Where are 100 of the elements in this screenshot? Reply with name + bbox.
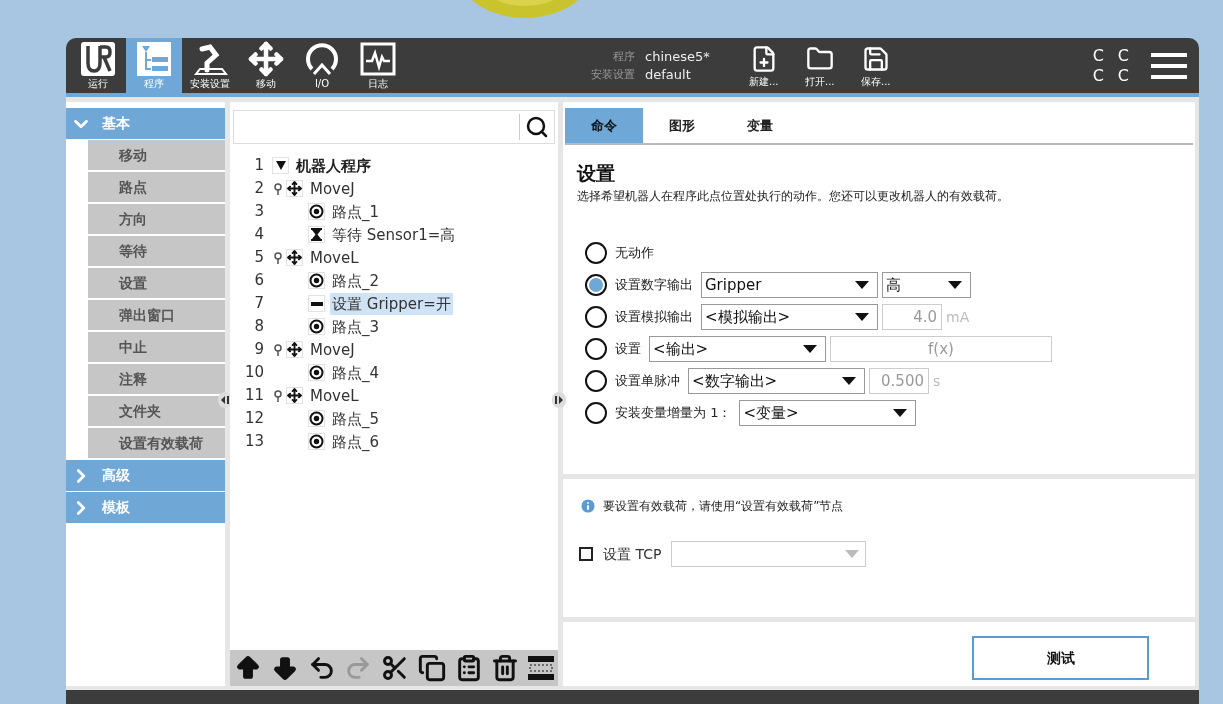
copy-icon[interactable]	[417, 654, 446, 682]
collapse-toggle-icon[interactable]	[272, 157, 289, 174]
sidebar-item[interactable]: 路点	[88, 172, 225, 202]
menu-icon[interactable]	[1151, 51, 1187, 80]
tree-node[interactable]: 路点_2	[330, 269, 382, 292]
line-number: 7	[253, 293, 264, 315]
tree-node[interactable]: 路点_3	[330, 315, 382, 338]
dropdown[interactable]: <数字输出>	[688, 368, 865, 394]
file-button[interactable]: 打开...	[791, 38, 848, 93]
status-glyph: C	[1117, 45, 1129, 66]
tree-node[interactable]: 等待 Sensor1=高	[330, 223, 458, 246]
line-number: 5	[253, 247, 264, 269]
tree-node[interactable]: 路点_1	[330, 200, 382, 223]
line-number: 6	[253, 270, 264, 292]
program-name: chinese5*	[645, 48, 710, 65]
dropdown[interactable]: <模拟输出>	[701, 304, 878, 330]
dropdown-caret-icon	[948, 281, 962, 289]
collapse-handle-icon[interactable]	[552, 392, 566, 408]
sidebar-item[interactable]: 等待	[88, 236, 225, 266]
tree-node[interactable]: MoveJ	[308, 338, 357, 361]
dropdown[interactable]: 高	[882, 272, 971, 298]
waypoint-icon	[308, 318, 325, 335]
unit-label: s	[933, 371, 941, 391]
dropdown[interactable]: <输出>	[649, 336, 826, 362]
hourglass-icon	[308, 226, 325, 243]
line-number: 12	[243, 408, 264, 430]
tcp-label: 设置 TCP	[603, 544, 662, 564]
sidebar-item[interactable]: 移动	[88, 140, 225, 170]
sidebar-item[interactable]: 设置有效载荷	[88, 428, 225, 458]
info-icon	[579, 497, 597, 515]
option-label: 无动作	[615, 244, 654, 263]
trash-icon[interactable]	[491, 654, 520, 682]
tree-node[interactable]: MoveL	[308, 384, 361, 407]
test-button[interactable]: 测试	[972, 636, 1149, 680]
status-glyph: C	[1092, 65, 1104, 86]
robot-arm-icon	[192, 41, 228, 77]
collapse-pin-icon[interactable]	[274, 343, 282, 356]
sidebar-item[interactable]: 文件夹	[88, 396, 225, 426]
sidebar-item[interactable]: 方向	[88, 204, 225, 234]
tcp-checkbox[interactable]	[579, 547, 593, 561]
nav-tab[interactable]: 安装设置	[182, 38, 238, 93]
line-number: 11	[243, 385, 264, 407]
radio-button[interactable]	[585, 306, 607, 328]
collapse-pin-icon[interactable]	[274, 389, 282, 402]
program-label: 程序	[612, 49, 635, 65]
set-node-icon	[308, 295, 325, 312]
dropdown-caret-icon	[842, 377, 856, 385]
radio-button[interactable]	[585, 402, 607, 424]
nav-tab[interactable]: 日志	[350, 38, 406, 93]
nav-tab[interactable]: 移动	[238, 38, 294, 93]
sidebar-item[interactable]: 注释	[88, 364, 225, 394]
waypoint-icon	[308, 433, 325, 450]
line-number: 4	[253, 224, 264, 246]
tree-node[interactable]: 路点_4	[330, 361, 382, 384]
panel-tab[interactable]: 命令	[565, 108, 643, 143]
file-button[interactable]: 新建...	[735, 38, 792, 93]
scissors-icon[interactable]	[381, 654, 409, 682]
radio-button[interactable]	[585, 274, 607, 296]
panel-title: 设置	[577, 161, 616, 185]
line-number: 8	[253, 316, 264, 338]
tree-node[interactable]: 机器人程序	[294, 154, 373, 177]
line-number: 1	[253, 155, 264, 177]
tree-node[interactable]: 路点_6	[330, 430, 382, 453]
arrow-up-icon[interactable]	[234, 654, 262, 682]
radio-button[interactable]	[585, 338, 607, 360]
suppress-icon[interactable]	[528, 655, 554, 681]
payload-info-text: 要设置有效载荷，请使用“设置有效载荷”节点	[603, 498, 844, 515]
tree-node[interactable]: 设置 Gripper=开	[330, 292, 453, 315]
search-field[interactable]	[233, 110, 555, 144]
sidebar-item[interactable]: 设置	[88, 268, 225, 298]
waypoint-icon	[308, 364, 325, 381]
radio-button[interactable]	[585, 370, 607, 392]
program-tree-icon	[136, 41, 172, 77]
sidebar-item[interactable]: 中止	[88, 332, 225, 362]
line-number: 13	[243, 431, 264, 453]
radio-button[interactable]	[585, 242, 607, 264]
file-button[interactable]: 保存...	[847, 38, 904, 93]
search-icon[interactable]	[525, 115, 549, 139]
status-glyph: C	[1092, 45, 1104, 66]
waypoint-icon	[308, 410, 325, 427]
collapse-pin-icon[interactable]	[274, 251, 282, 264]
nav-tab[interactable]: 运行	[70, 38, 126, 93]
collapse-pin-icon[interactable]	[274, 182, 282, 195]
move-arrows-icon	[286, 387, 303, 404]
nav-tab[interactable]: I/O	[294, 38, 350, 93]
tree-node[interactable]: MoveL	[308, 246, 361, 269]
line-number: 3	[253, 201, 264, 223]
move-arrows-icon	[286, 341, 303, 358]
panel-description: 选择希望机器人在程序此点位置处执行的动作。您还可以更改机器人的有效载荷。	[577, 188, 1010, 205]
dropdown-caret-icon	[845, 550, 860, 558]
logo-icon	[80, 41, 116, 77]
dropdown-caret-icon	[855, 281, 869, 289]
dropdown[interactable]: <变量>	[739, 400, 917, 426]
tree-node[interactable]: 路点_5	[330, 407, 382, 430]
dropdown[interactable]: Gripper	[701, 272, 878, 298]
sidebar-item[interactable]: 弹出窗口	[88, 300, 225, 330]
option-label: 安装变量增量为 1：	[615, 404, 732, 423]
option-label: 设置数字输出	[615, 276, 693, 295]
line-number: 9	[253, 339, 264, 361]
tree-node[interactable]: MoveJ	[308, 177, 357, 200]
